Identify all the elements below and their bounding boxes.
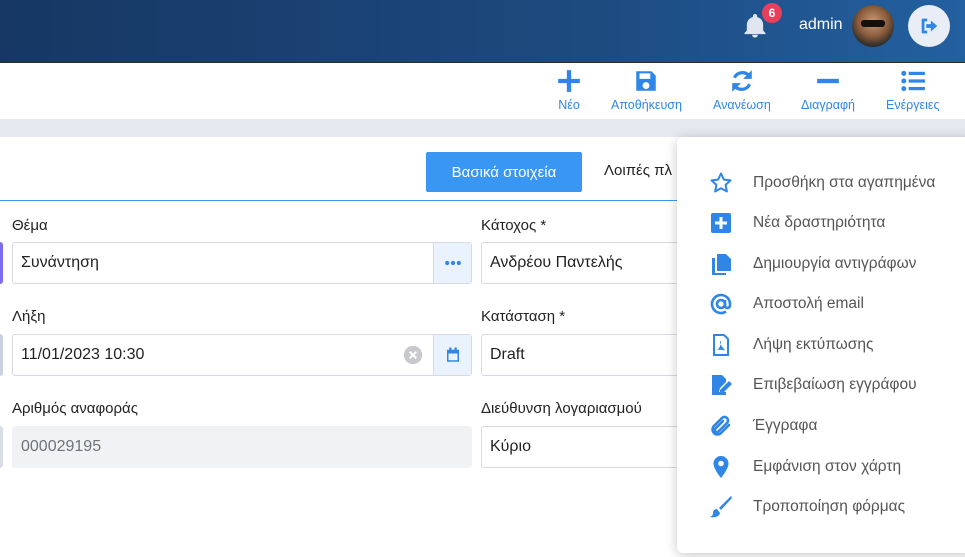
plus-icon — [558, 70, 580, 92]
tab-basic[interactable]: Βασικά στοιχεία — [426, 152, 582, 192]
plus-square-icon — [707, 210, 735, 236]
logout-button[interactable] — [908, 5, 950, 47]
save-button[interactable]: Αποθήκευση — [611, 68, 682, 112]
new-button[interactable]: Νέο — [556, 68, 582, 112]
actions-button[interactable]: Ενέργειες — [886, 68, 939, 112]
expiry-date-field[interactable]: 11/01/2023 10:30 — [12, 334, 472, 376]
expiry-label: Λήξη — [12, 308, 46, 325]
menu-item-documents[interactable]: Έγγραφα — [707, 413, 817, 439]
menu-item-new-activity[interactable]: Νέα δραστηριότητα — [707, 210, 885, 236]
subject-field[interactable]: Συνάντηση — [12, 242, 472, 284]
menu-item-edit-form[interactable]: Τροποποίηση φόρμας — [707, 494, 905, 520]
menu-item-copies[interactable]: Δημιουργία αντιγράφων — [707, 251, 916, 277]
menu-item-send-email[interactable]: Αποστολή email — [707, 291, 864, 317]
logout-icon — [921, 18, 938, 34]
list-icon — [901, 70, 925, 92]
refresh-button[interactable]: Ανανέωση — [713, 68, 771, 112]
actions-menu: Προσθήκη στα αγαπημένα Νέα δραστηριότητα… — [677, 137, 965, 553]
star-icon — [707, 170, 735, 196]
more-button[interactable] — [433, 243, 471, 283]
signature-icon — [707, 372, 735, 398]
delete-button[interactable]: Διαγραφή — [801, 68, 855, 112]
refresh-icon — [732, 70, 752, 92]
copy-icon — [707, 251, 735, 277]
owner-label: Κάτοχος * — [481, 217, 547, 234]
address-label: Διεύθυνση λογαριασμού — [481, 400, 642, 417]
toolbar: Νέο Αποθήκευση Ανανέωση Διαγραφή Ενέργει… — [0, 63, 965, 119]
save-icon — [636, 71, 657, 91]
clear-icon[interactable] — [403, 345, 423, 365]
minus-icon — [817, 78, 839, 84]
menu-item-show-map[interactable]: Εμφάνιση στον χάρτη — [707, 454, 901, 480]
paperclip-icon — [707, 413, 735, 439]
tab-other[interactable]: Λοιπές πλ — [604, 162, 672, 179]
notification-badge: 6 — [762, 3, 782, 23]
at-icon — [707, 291, 735, 317]
calendar-button[interactable] — [433, 335, 471, 375]
ellipsis-icon — [444, 260, 461, 266]
calendar-icon — [446, 347, 459, 362]
avatar[interactable] — [852, 5, 894, 47]
paintbrush-icon — [707, 494, 735, 520]
username[interactable]: admin — [799, 16, 843, 34]
reference-field: 000029195 — [12, 426, 472, 468]
subject-label: Θέμα — [12, 217, 48, 234]
menu-item-print[interactable]: Λήψη εκτύπωσης — [707, 332, 873, 358]
reference-label: Αριθμός αναφοράς — [12, 400, 138, 417]
map-marker-icon — [707, 454, 735, 480]
top-header: 6 admin — [0, 0, 965, 62]
menu-item-favorites[interactable]: Προσθήκη στα αγαπημένα — [707, 170, 935, 196]
menu-item-confirm-document[interactable]: Επιβεβαίωση εγγράφου — [707, 372, 917, 398]
status-label: Κατάσταση * — [481, 308, 566, 325]
pdf-file-icon — [707, 332, 735, 358]
